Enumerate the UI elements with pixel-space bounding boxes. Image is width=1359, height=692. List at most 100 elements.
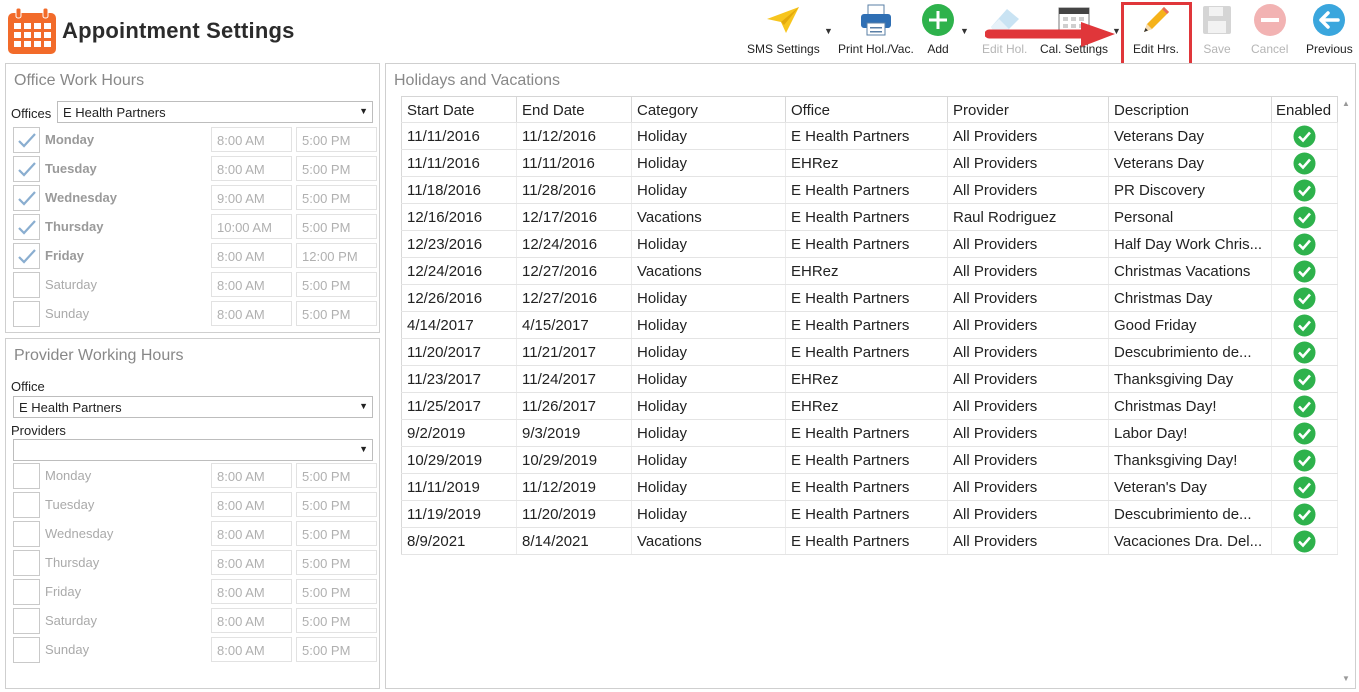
column-header-provider[interactable]: Provider	[948, 97, 1109, 122]
offices-select[interactable]: E Health Partners ▼	[57, 101, 373, 123]
start-time-input[interactable]: 8:00 AM	[211, 637, 292, 662]
day-checkbox[interactable]	[13, 463, 40, 489]
enabled-check-icon	[1293, 368, 1316, 390]
cell-office: E Health Partners	[786, 339, 948, 365]
table-row[interactable]: 8/9/2021 8/14/2021 Vacations E Health Partn…	[401, 528, 1338, 555]
column-header-category[interactable]: Category	[632, 97, 786, 122]
office-select[interactable]: E Health Partners ▼	[13, 396, 373, 418]
table-row[interactable]: 9/2/2019 9/3/2019 Holiday E Health Partners…	[401, 420, 1338, 447]
cell-description: PR Discovery	[1109, 177, 1272, 203]
end-time-input[interactable]: 5:00 PM	[296, 579, 377, 604]
start-time-input[interactable]: 8:00 AM	[211, 127, 292, 152]
end-time-input[interactable]: 5:00 PM	[296, 463, 377, 488]
end-time-input[interactable]: 5:00 PM	[296, 185, 377, 210]
save-button[interactable]: Save	[1199, 2, 1235, 60]
end-time-input[interactable]: 5:00 PM	[296, 156, 377, 181]
day-row-tuesday: Tuesday 8:00 AM 5:00 PM	[13, 156, 377, 182]
table-row[interactable]: 11/11/2016 11/12/2016 Holiday E Health Part…	[401, 123, 1338, 150]
end-time-input[interactable]: 5:00 PM	[296, 637, 377, 662]
add-button[interactable]: Add	[920, 2, 956, 60]
start-time-input[interactable]: 8:00 AM	[211, 272, 292, 297]
cell-office: EHRez	[786, 258, 948, 284]
end-time-input[interactable]: 5:00 PM	[296, 272, 377, 297]
table-row[interactable]: 12/26/2016 12/27/2016 Holiday E Health Part…	[401, 285, 1338, 312]
end-time-input[interactable]: 5:00 PM	[296, 492, 377, 517]
table-row[interactable]: 11/11/2016 11/11/2016 Holiday EHRez All Prov…	[401, 150, 1338, 177]
sms-settings-dropdown-icon[interactable]: ▼	[824, 26, 833, 36]
day-checkbox[interactable]	[13, 579, 40, 605]
cell-description: Descubrimiento de...	[1109, 339, 1272, 365]
table-row[interactable]: 11/11/2019 11/12/2019 Holiday E Health Part…	[401, 474, 1338, 501]
end-time-input[interactable]: 5:00 PM	[296, 550, 377, 575]
column-header-office[interactable]: Office	[786, 97, 948, 122]
day-checkbox[interactable]	[13, 492, 40, 518]
day-checkbox[interactable]	[13, 550, 40, 576]
start-time-input[interactable]: 8:00 AM	[211, 579, 292, 604]
day-checkbox[interactable]	[13, 214, 40, 240]
print-holidays-button[interactable]: Print Hol./Vac.	[838, 2, 914, 60]
calendar-settings-icon	[1056, 2, 1092, 38]
table-row[interactable]: 12/16/2016 12/17/2016 Vacations E Health Pa…	[401, 204, 1338, 231]
start-time-input[interactable]: 8:00 AM	[211, 521, 292, 546]
table-row[interactable]: 11/19/2019 11/20/2019 Holiday E Health Part…	[401, 501, 1338, 528]
day-checkbox[interactable]	[13, 521, 40, 547]
table-row[interactable]: 12/24/2016 12/27/2016 Vacations EHRez All Pr…	[401, 258, 1338, 285]
column-header-end-date[interactable]: End Date	[517, 97, 632, 122]
end-time-input[interactable]: 5:00 PM	[296, 301, 377, 326]
start-time-input[interactable]: 8:00 AM	[211, 608, 292, 633]
cell-category: Holiday	[632, 420, 786, 446]
scroll-down-icon[interactable]: ▼	[1339, 674, 1353, 688]
end-time-input[interactable]: 5:00 PM	[296, 214, 377, 239]
calendar-settings-dropdown-icon[interactable]: ▼	[1112, 26, 1121, 36]
end-time-input[interactable]: 12:00 PM	[296, 243, 377, 268]
column-header-enabled[interactable]: Enabled	[1272, 97, 1338, 122]
start-time-input[interactable]: 10:00 AM	[211, 214, 292, 239]
checkmark-icon	[17, 191, 36, 206]
add-dropdown-icon[interactable]: ▼	[960, 26, 969, 36]
previous-button[interactable]: Previous	[1306, 2, 1353, 60]
end-time-input[interactable]: 5:00 PM	[296, 127, 377, 152]
cancel-button[interactable]: Cancel	[1251, 2, 1288, 60]
column-header-description[interactable]: Description	[1109, 97, 1272, 122]
eraser-icon	[987, 2, 1023, 38]
table-row[interactable]: 10/29/2019 10/29/2019 Holiday E Health Part…	[401, 447, 1338, 474]
day-checkbox[interactable]	[13, 156, 40, 182]
end-time-input[interactable]: 5:00 PM	[296, 521, 377, 546]
table-row[interactable]: 11/25/2017 11/26/2017 Holiday EHRez All Prov…	[401, 393, 1338, 420]
edit-hours-button[interactable]: Edit Hrs.	[1133, 2, 1179, 60]
day-checkbox[interactable]	[13, 127, 40, 153]
cell-provider: All Providers	[948, 231, 1109, 257]
start-time-input[interactable]: 8:00 AM	[211, 156, 292, 181]
table-row[interactable]: 4/14/2017 4/15/2017 Holiday E Health Partne…	[401, 312, 1338, 339]
back-arrow-icon	[1311, 2, 1347, 38]
start-time-input[interactable]: 9:00 AM	[211, 185, 292, 210]
table-row[interactable]: 11/18/2016 11/28/2016 Holiday E Health Part…	[401, 177, 1338, 204]
day-checkbox[interactable]	[13, 608, 40, 634]
providers-select[interactable]: ▼	[13, 439, 373, 461]
day-label: Tuesday	[45, 497, 95, 512]
day-checkbox[interactable]	[13, 243, 40, 269]
start-time-input[interactable]: 8:00 AM	[211, 301, 292, 326]
start-time-input[interactable]: 8:00 AM	[211, 463, 292, 488]
calendar-settings-button[interactable]: Cal. Settings	[1040, 2, 1108, 60]
day-checkbox[interactable]	[13, 272, 40, 298]
cell-end-date: 10/29/2019	[517, 447, 632, 473]
day-row-saturday: Saturday 8:00 AM 5:00 PM	[13, 272, 377, 298]
edit-holiday-button[interactable]: Edit Hol.	[982, 2, 1027, 60]
scroll-up-icon[interactable]: ▲	[1339, 99, 1353, 113]
sms-settings-button[interactable]: SMS Settings	[747, 2, 820, 60]
day-checkbox[interactable]	[13, 185, 40, 211]
table-row[interactable]: 12/23/2016 12/24/2016 Holiday E Health Part…	[401, 231, 1338, 258]
start-time-input[interactable]: 8:00 AM	[211, 492, 292, 517]
column-header-start-date[interactable]: Start Date	[401, 97, 517, 122]
start-time-input[interactable]: 8:00 AM	[211, 243, 292, 268]
table-row[interactable]: 11/20/2017 11/21/2017 Holiday E Health Part…	[401, 339, 1338, 366]
end-time-input[interactable]: 5:00 PM	[296, 608, 377, 633]
day-checkbox[interactable]	[13, 637, 40, 663]
cell-office: E Health Partners	[786, 447, 948, 473]
cell-office: E Health Partners	[786, 123, 948, 149]
enabled-cell	[1272, 123, 1338, 149]
table-row[interactable]: 11/23/2017 11/24/2017 Holiday EHRez All Prov…	[401, 366, 1338, 393]
start-time-input[interactable]: 8:00 AM	[211, 550, 292, 575]
day-checkbox[interactable]	[13, 301, 40, 327]
